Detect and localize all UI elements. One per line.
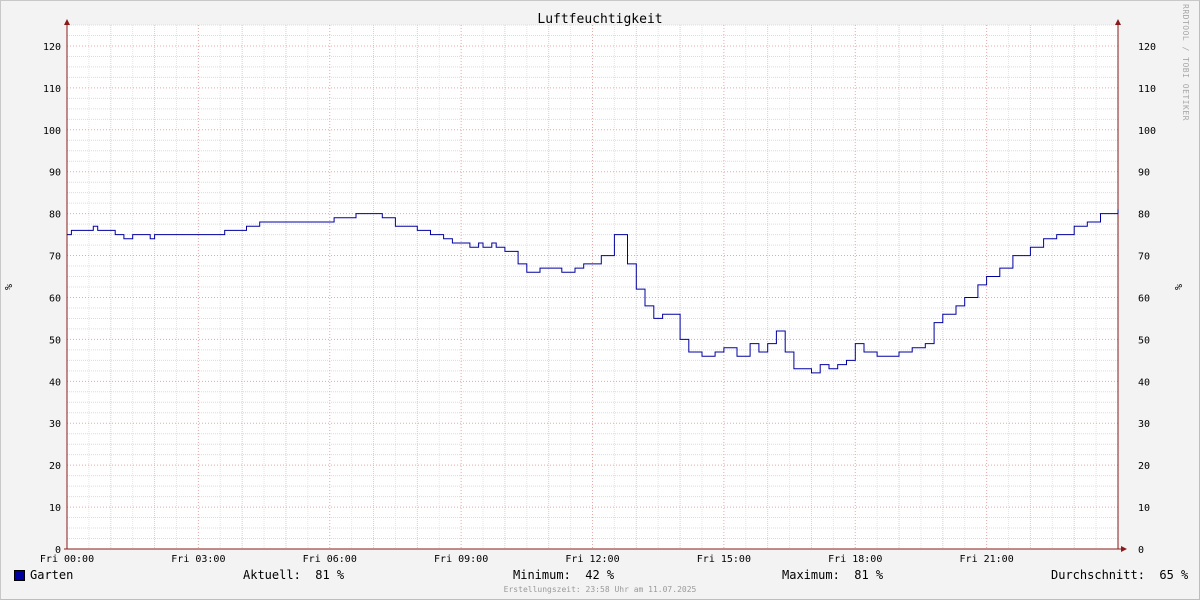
legend-max-value: 81 %	[854, 568, 884, 582]
y-tick-label-left: 70	[49, 252, 61, 263]
creation-time-footer: Erstellungszeit: 23:58 Uhr am 11.07.2025	[503, 585, 697, 594]
x-tick-label: Fri 12:00	[565, 554, 619, 565]
legend-avg-value: 65 %	[1159, 568, 1189, 582]
legend-swatch	[14, 570, 25, 581]
y-tick-labels-right: 0 10 20 30 40 50 60 70 80 90 100 110 120	[1138, 42, 1156, 556]
x-tick-labels: Fri 00:00 Fri 03:00 Fri 06:00 Fri 09:00 Fri …	[40, 554, 1014, 565]
legend-maximum: Maximum: 81 %	[782, 568, 883, 582]
legend-series-name: Garten	[30, 568, 74, 582]
y-tick-labels-left: 0102030405060708090100110120	[43, 42, 61, 556]
x-tick-label: Fri 15:00	[697, 554, 751, 565]
y-tick-label-left: 100	[43, 126, 61, 137]
y-tick-label-right: 0	[1138, 545, 1144, 556]
y-tick-label-left: 90	[49, 168, 61, 179]
y-tick-label-right: 10	[1138, 503, 1150, 514]
x-tick-label: Fri 06:00	[303, 554, 357, 565]
y-tick-label-right: 120	[1138, 42, 1156, 53]
y-tick-label-right: 70	[1138, 252, 1150, 263]
legend-avg-label: Durchschnitt:	[1051, 568, 1145, 582]
y-tick-label-left: 110	[43, 84, 61, 95]
line-chart: Luftfeuchtigkeit 0 10 20 30 40 50 60 70 80 90 100 1…	[4, 12, 1185, 565]
y-tick-label-right: 20	[1138, 461, 1150, 472]
legend-current-label: Aktuell:	[243, 568, 301, 582]
y-tick-label-right: 30	[1138, 419, 1150, 430]
y-tick-label-left: 60	[49, 293, 61, 304]
legend-current: Aktuell: 81 %	[243, 568, 344, 582]
x-axis-arrow	[1121, 546, 1127, 552]
y-tick-label-right: 110	[1138, 84, 1156, 95]
y-axis-arrow-right	[1115, 19, 1121, 25]
y-tick-label-left: 50	[49, 335, 61, 346]
y-tick-label-left: 10	[49, 503, 61, 514]
y-tick-label-right: 100	[1138, 126, 1156, 137]
x-tick-label: Fri 21:00	[960, 554, 1014, 565]
y-tick-label-left: 30	[49, 419, 61, 430]
y-axis-label-left: %	[4, 284, 15, 290]
y-axis-label-right: %	[1174, 284, 1185, 290]
watermark: RRDTOOL / TOBI OETIKER	[1181, 4, 1190, 121]
y-tick-label-left: 20	[49, 461, 61, 472]
x-tick-label: Fri 03:00	[171, 554, 225, 565]
y-axis-arrow-left	[64, 19, 70, 25]
y-tick-label-left: 120	[43, 42, 61, 53]
y-tick-label-right: 80	[1138, 210, 1150, 221]
y-tick-label-right: 90	[1138, 168, 1150, 179]
legend-minimum: Minimum: 42 %	[513, 568, 614, 582]
y-tick-label-left: 80	[49, 210, 61, 221]
chart-title: Luftfeuchtigkeit	[537, 12, 662, 27]
x-tick-label: Fri 00:00	[40, 554, 94, 565]
y-tick-label-right: 50	[1138, 335, 1150, 346]
x-tick-label: Fri 18:00	[828, 554, 882, 565]
y-tick-label-left: 40	[49, 377, 61, 388]
legend-min-value: 42 %	[585, 568, 615, 582]
y-tick-label-right: 40	[1138, 377, 1150, 388]
legend-current-value: 81 %	[315, 568, 345, 582]
legend-max-label: Maximum:	[782, 568, 840, 582]
x-tick-label: Fri 09:00	[434, 554, 488, 565]
legend-average: Durchschnitt: 65 %	[1051, 568, 1188, 582]
legend-min-label: Minimum:	[513, 568, 571, 582]
y-tick-label-right: 60	[1138, 293, 1150, 304]
